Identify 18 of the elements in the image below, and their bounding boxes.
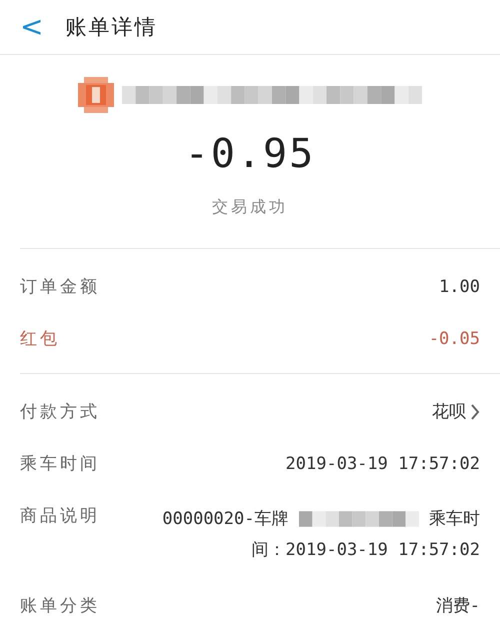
row-label: 乘车时间 (20, 453, 100, 476)
row-label: 红包 (20, 328, 60, 351)
row-value: -0.05 (428, 328, 480, 351)
row-value: 2019-03-19 17:57:02 (286, 453, 480, 476)
payment-method-link[interactable]: 花呗 (432, 400, 480, 424)
row-label: 订单金额 (20, 276, 100, 299)
row-value: 1.00 (439, 276, 480, 299)
row-value: 消费- (436, 595, 480, 618)
row-label: 商品说明 (20, 505, 100, 528)
amount-text: -0.95 (184, 131, 316, 177)
merchant-logo-icon (78, 77, 114, 113)
description-text: 00000020-车牌 乘车时间：2019-03-19 17:57:02 (150, 504, 480, 566)
status-text: 交易成功 (212, 197, 288, 218)
page-title: 账单详情 (65, 14, 158, 41)
back-button[interactable]: < (20, 13, 44, 41)
chevron-right-icon (470, 404, 480, 420)
row-label: 付款方式 (20, 401, 100, 424)
row-label: 账单分类 (20, 595, 100, 618)
